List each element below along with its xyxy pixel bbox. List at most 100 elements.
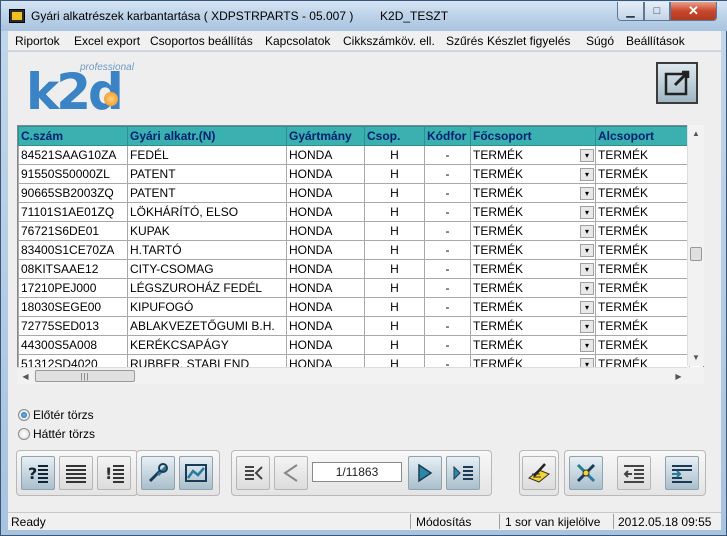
menu-riportok[interactable]: Riportok <box>15 34 60 48</box>
minimize-button[interactable]: ▁ <box>617 2 644 21</box>
cell-cszam[interactable]: 90665SB2003ZQ <box>18 183 128 203</box>
cell-csop[interactable]: H <box>364 259 425 279</box>
close-button[interactable]: ✕ <box>670 2 717 21</box>
table-row[interactable]: 91550S50000ZL PATENT HONDA H - TERMÉK ▾ TERMÉK <box>18 164 690 184</box>
cell-gyari-alkatr[interactable]: KUPAK <box>127 221 287 241</box>
cell-alcsoport[interactable]: TERMÉK <box>595 183 690 203</box>
parts-grid[interactable]: C.szám Gyári alkatr.(N) Gyártmány Csop. … <box>17 125 704 384</box>
table-row[interactable]: 84521SAAG10ZA FEDÉL HONDA H - TERMÉK ▾ TERMÉK <box>18 145 690 165</box>
cell-alcsoport[interactable]: TERMÉK <box>595 297 690 317</box>
filtered-list-button[interactable]: ! <box>97 456 131 490</box>
menu-csoportos-beallitas[interactable]: Csoportos beállítás <box>150 34 253 48</box>
cell-gyari-alkatr[interactable]: CITY-CSOMAG <box>127 259 287 279</box>
dropdown-arrow-icon[interactable]: ▾ <box>580 187 594 200</box>
cell-kodfor[interactable]: - <box>424 145 471 165</box>
scroll-up-icon[interactable]: ▲ <box>688 125 704 142</box>
radio-eloter-torzs[interactable]: Előtér törzs <box>18 408 94 422</box>
table-row[interactable]: 72775SED013 ABLAKVEZETŐGUMI B.H. HONDA H - TE… <box>18 316 690 336</box>
col-header-cszam[interactable]: C.szám <box>18 126 128 146</box>
move-left-button[interactable] <box>617 456 651 490</box>
dropdown-arrow-icon[interactable]: ▾ <box>580 263 594 276</box>
dropdown-arrow-icon[interactable]: ▾ <box>580 149 594 162</box>
radio-eloter-indicator[interactable] <box>18 409 30 421</box>
next-record-button[interactable] <box>408 456 442 490</box>
cell-cszam[interactable]: 08KITSAAE12 <box>18 259 128 279</box>
chart-tools-button[interactable] <box>179 456 213 490</box>
grid-vertical-scrollbar[interactable]: ▲ ▼ <box>687 125 704 366</box>
cell-gyartmany[interactable]: HONDA <box>286 259 365 279</box>
cell-csop[interactable]: H <box>364 145 425 165</box>
cell-gyari-alkatr[interactable]: KERÉKCSAPÁGY <box>127 335 287 355</box>
table-row[interactable]: 76721S6DE01 KUPAK HONDA H - TERMÉK ▾ TERMÉK <box>18 221 690 241</box>
menu-kapcsolatok[interactable]: Kapcsolatok <box>265 34 330 48</box>
title-bar[interactable]: Gyári alkatrészek karbantartása ( XDPSTR… <box>1 1 727 31</box>
cell-csop[interactable]: H <box>364 240 425 260</box>
cell-gyari-alkatr[interactable]: LÉGSZUROHÁZ FEDÉL <box>127 278 287 298</box>
cell-csop[interactable]: H <box>364 202 425 222</box>
cell-gyartmany[interactable]: HONDA <box>286 240 365 260</box>
radio-hatter-torzs[interactable]: Háttér törzs <box>18 427 95 441</box>
cell-focsoport[interactable]: TERMÉK ▾ <box>470 202 596 222</box>
full-list-button[interactable] <box>59 456 93 490</box>
cell-csop[interactable]: H <box>364 316 425 336</box>
col-header-focsoport[interactable]: Főcsoport <box>470 126 596 146</box>
cell-kodfor[interactable]: - <box>424 240 471 260</box>
tools-button[interactable] <box>141 456 175 490</box>
col-header-csop[interactable]: Csop. <box>364 126 425 146</box>
cell-gyartmany[interactable]: HONDA <box>286 183 365 203</box>
cell-csop[interactable]: H <box>364 221 425 241</box>
dropdown-arrow-icon[interactable]: ▾ <box>580 282 594 295</box>
table-row[interactable]: 18030SEGE00 KIPUFOGÓ HONDA H - TERMÉK ▾ TERMÉK <box>18 297 690 317</box>
dropdown-arrow-icon[interactable]: ▾ <box>580 301 594 314</box>
cell-alcsoport[interactable]: TERMÉK <box>595 202 690 222</box>
move-right-button[interactable] <box>665 456 699 490</box>
cell-gyari-alkatr[interactable]: H.TARTÓ <box>127 240 287 260</box>
cell-focsoport[interactable]: TERMÉK ▾ <box>470 259 596 279</box>
menu-szures[interactable]: Szűrés <box>446 34 483 48</box>
dropdown-arrow-icon[interactable]: ▾ <box>580 168 594 181</box>
cell-kodfor[interactable]: - <box>424 221 471 241</box>
cell-cszam[interactable]: 17210PEJ000 <box>18 278 128 298</box>
menu-beallitasok[interactable]: Beállítások <box>626 34 685 48</box>
cell-kodfor[interactable]: - <box>424 335 471 355</box>
cell-alcsoport[interactable]: TERMÉK <box>595 316 690 336</box>
cell-gyari-alkatr[interactable]: PATENT <box>127 183 287 203</box>
cell-kodfor[interactable]: - <box>424 183 471 203</box>
dropdown-arrow-icon[interactable]: ▾ <box>580 225 594 238</box>
dropdown-arrow-icon[interactable]: ▾ <box>580 206 594 219</box>
maximize-button[interactable]: □ <box>644 2 670 21</box>
menu-sugo[interactable]: Súgó <box>586 34 614 48</box>
table-row[interactable]: 08KITSAAE12 CITY-CSOMAG HONDA H - TERMÉK ▾ TERM… <box>18 259 690 279</box>
first-record-button[interactable] <box>236 456 270 490</box>
menu-cikkszamkov[interactable]: Cikkszámköv. ell. <box>343 34 435 48</box>
cell-gyartmany[interactable]: HONDA <box>286 278 365 298</box>
cell-gyartmany[interactable]: HONDA <box>286 316 365 336</box>
cell-kodfor[interactable]: - <box>424 202 471 222</box>
cell-cszam[interactable]: 91550S50000ZL <box>18 164 128 184</box>
cell-csop[interactable]: H <box>364 183 425 203</box>
cell-gyari-alkatr[interactable]: ABLAKVEZETŐGUMI B.H. <box>127 316 287 336</box>
cell-gyartmany[interactable]: HONDA <box>286 202 365 222</box>
cell-gyari-alkatr[interactable]: LÖKHÁRÍTÓ, ELSO <box>127 202 287 222</box>
table-row[interactable]: 83400S1CE70ZA H.TARTÓ HONDA H - TERMÉK ▾ TERMÉK <box>18 240 690 260</box>
cell-cszam[interactable]: 71101S1AE01ZQ <box>18 202 128 222</box>
table-row[interactable]: 44300S5A008 KERÉKCSAPÁGY HONDA H - TERMÉK ▾ TER… <box>18 335 690 355</box>
cell-csop[interactable]: H <box>364 164 425 184</box>
cell-alcsoport[interactable]: TERMÉK <box>595 335 690 355</box>
cell-gyari-alkatr[interactable]: PATENT <box>127 164 287 184</box>
radio-hatter-indicator[interactable] <box>18 428 30 440</box>
dropdown-arrow-icon[interactable]: ▾ <box>580 339 594 352</box>
cell-kodfor[interactable]: - <box>424 316 471 336</box>
cell-csop[interactable]: H <box>364 278 425 298</box>
col-header-kodfor[interactable]: Kódfor <box>424 126 471 146</box>
cell-cszam[interactable]: 18030SEGE00 <box>18 297 128 317</box>
scroll-right-icon[interactable]: ▶ <box>670 368 687 384</box>
cell-alcsoport[interactable]: TERMÉK <box>595 240 690 260</box>
cell-focsoport[interactable]: TERMÉK ▾ <box>470 183 596 203</box>
link-button[interactable] <box>569 456 603 490</box>
previous-record-button[interactable] <box>274 456 308 490</box>
help-list-button[interactable]: ? <box>21 456 55 490</box>
cell-kodfor[interactable]: - <box>424 297 471 317</box>
scroll-down-icon[interactable]: ▼ <box>688 349 704 366</box>
cell-alcsoport[interactable]: TERMÉK <box>595 145 690 165</box>
